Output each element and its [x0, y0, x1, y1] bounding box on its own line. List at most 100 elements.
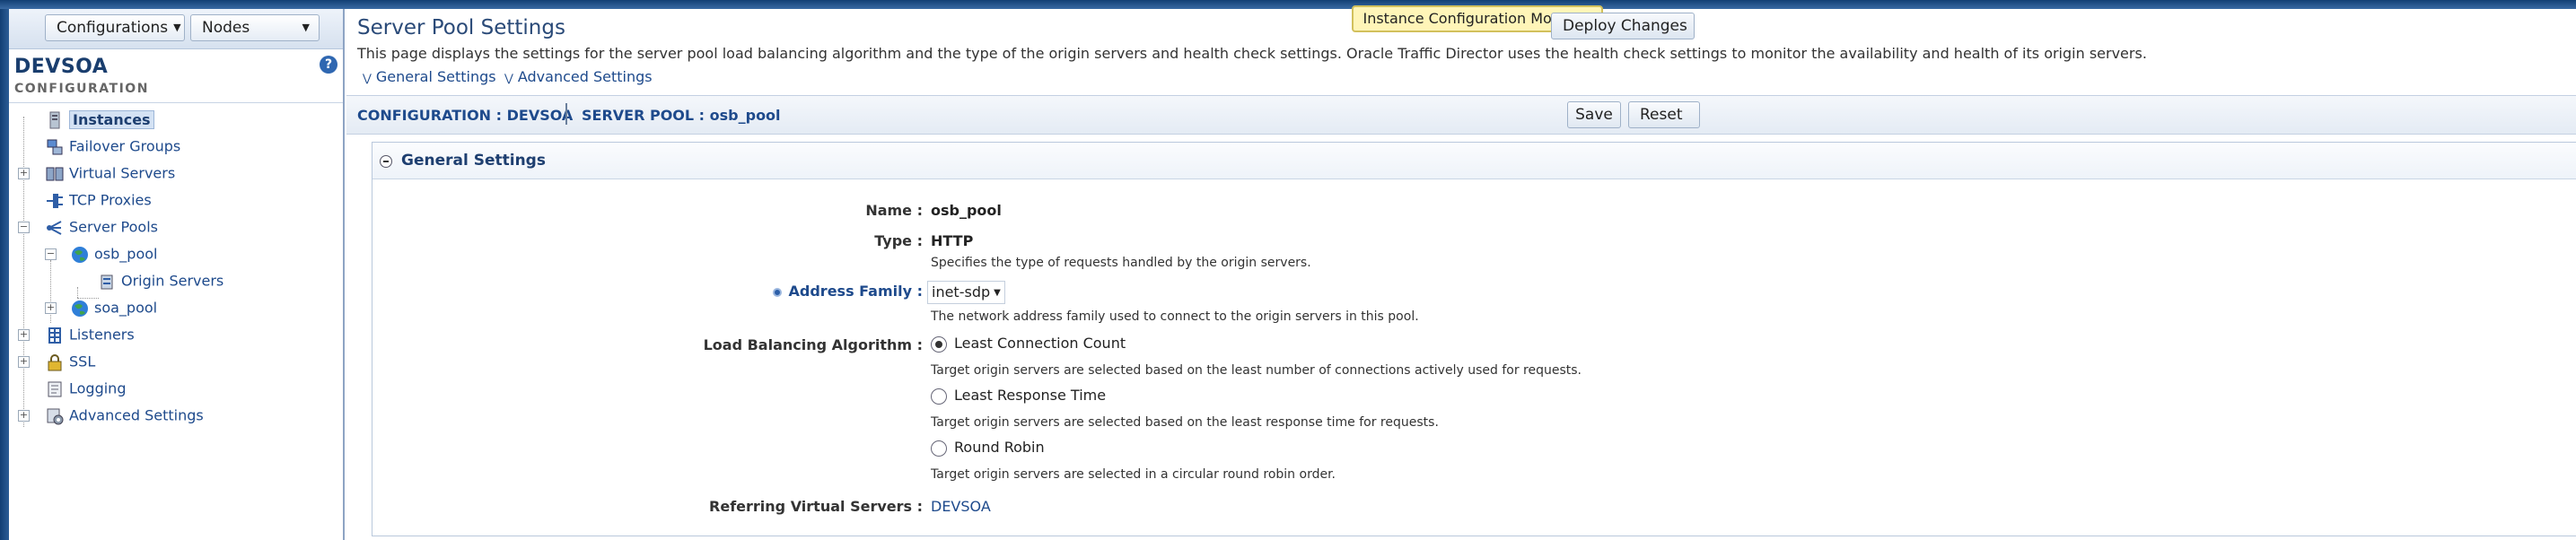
radio-unselected-icon: [931, 440, 947, 457]
chevron-down-icon: ⋁: [504, 72, 513, 84]
sidebar-item-tcp-proxies[interactable]: TCP Proxies: [45, 188, 152, 212]
radio-label: Least Response Time: [954, 387, 1107, 404]
sidebar-item-virtual-servers[interactable]: Virtual Servers: [45, 161, 175, 185]
lb-option-round-robin[interactable]: Round Robin: [931, 439, 1045, 457]
chevron-down-icon: ▼: [173, 22, 181, 33]
general-settings-anchor-label: General Settings: [375, 68, 496, 85]
address-family-hint: The network address family used to conne…: [931, 309, 1419, 324]
radio-unselected-icon: [931, 388, 947, 405]
sidebar-item-label: Listeners: [69, 326, 135, 344]
sidebar-item-label: soa_pool: [94, 299, 158, 317]
chevron-down-icon: ⋁: [363, 72, 372, 84]
tcp-proxy-icon: [45, 191, 65, 211]
instances-icon: [45, 110, 65, 130]
sidebar-item-listeners[interactable]: Listeners: [45, 323, 135, 346]
configuration-subtitle: CONFIGURATION: [14, 82, 149, 96]
nodes-dropdown[interactable]: Nodes ▼: [190, 14, 320, 41]
sidebar-toolbar: Configurations ▼ Nodes ▼: [9, 9, 343, 49]
advanced-settings-anchor-label: Advanced Settings: [517, 68, 653, 85]
lb-option-hint: Target origin servers are selected in a …: [931, 467, 1336, 482]
lb-option-hint: Target origin servers are selected based…: [931, 363, 1582, 378]
tree-connector: [23, 117, 24, 427]
top-frame-band: [0, 0, 2576, 9]
load-balancing-label: Load Balancing Algorithm :: [703, 336, 923, 353]
sidebar-item-server-pools[interactable]: Server Pools: [45, 215, 158, 239]
expand-icon[interactable]: +: [18, 329, 30, 341]
collapse-section-icon[interactable]: [380, 155, 392, 168]
name-label: Name :: [865, 202, 923, 219]
address-family-value: inet-sdp: [932, 283, 991, 300]
sidebar-item-logging[interactable]: Logging: [45, 377, 126, 400]
sidebar-item-label: Advanced Settings: [69, 406, 204, 424]
sidebar-item-label: SSL: [69, 353, 96, 370]
sidebar-item-failover-groups[interactable]: Failover Groups: [45, 135, 180, 158]
deploy-changes-button[interactable]: Deploy Changes: [1551, 13, 1695, 39]
address-family-select[interactable]: inet-sdp ▼: [927, 281, 1005, 304]
sidebar-item-advanced-settings[interactable]: Advanced Settings: [45, 404, 204, 427]
main-content: Server Pool Settings This page displays …: [346, 5, 2576, 540]
advanced-settings-icon: [45, 406, 65, 426]
question-icon[interactable]: ?: [320, 56, 337, 74]
sidebar-item-label: Server Pools: [69, 218, 158, 236]
sidebar-item-label: Failover Groups: [69, 137, 181, 155]
collapse-icon[interactable]: −: [45, 248, 57, 260]
sidebar-item-osb-pool[interactable]: osb_pool: [70, 242, 157, 266]
virtual-servers-icon: [45, 164, 65, 184]
general-settings-anchor[interactable]: ⋁ General Settings: [363, 68, 496, 85]
globe-icon: [70, 299, 90, 318]
general-settings-header[interactable]: General Settings: [372, 143, 2576, 179]
sidebar-item-origin-servers[interactable]: Origin Servers: [97, 269, 223, 292]
section-title: General Settings: [401, 152, 546, 170]
lock-icon: [45, 353, 65, 372]
referring-virtual-server-link[interactable]: DEVSOA: [931, 498, 991, 515]
lb-option-least-connection[interactable]: Least Connection Count: [931, 335, 1126, 353]
sidebar-item-label: Instances: [69, 109, 154, 129]
sidebar-item-instances[interactable]: Instances: [45, 108, 154, 131]
advanced-settings-anchor[interactable]: ⋁ Advanced Settings: [504, 68, 653, 85]
navigation-sidebar: Configurations ▼ Nodes ▼ DEVSOA CONFIGURAT…: [9, 9, 345, 540]
name-value: osb_pool: [931, 202, 1002, 219]
server-pools-icon: [45, 218, 65, 238]
sidebar-item-ssl[interactable]: SSL: [45, 350, 95, 373]
breadcrumb-configuration[interactable]: CONFIGURATION : DEVSOA: [357, 107, 573, 124]
collapse-icon[interactable]: −: [18, 222, 30, 233]
type-value: HTTP: [931, 232, 974, 249]
lb-option-hint: Target origin servers are selected based…: [931, 415, 1439, 430]
breadcrumb: CONFIGURATION : DEVSOA SERVER POOL : osb…: [346, 95, 2576, 135]
page-description: This page displays the settings for the …: [357, 45, 2147, 62]
origin-servers-icon: [97, 272, 117, 292]
radio-selected-icon: [931, 335, 947, 353]
type-hint: Specifies the type of requests handled b…: [931, 256, 1311, 270]
breadcrumb-server-pool: SERVER POOL : osb_pool: [582, 107, 781, 124]
sidebar-divider: [9, 102, 343, 103]
reset-button[interactable]: Reset: [1628, 101, 1700, 128]
sidebar-item-label: Origin Servers: [121, 272, 224, 290]
configurations-dropdown[interactable]: Configurations ▼: [45, 14, 185, 41]
lb-option-least-response[interactable]: Least Response Time: [931, 387, 1106, 405]
address-family-label: Address Family :: [772, 283, 923, 300]
nodes-dropdown-label: Nodes: [202, 19, 250, 37]
sidebar-item-soa-pool[interactable]: soa_pool: [70, 296, 157, 319]
radio-label: Round Robin: [954, 439, 1045, 456]
chevron-down-icon: ▼: [302, 22, 310, 33]
radio-label: Least Connection Count: [954, 335, 1126, 352]
required-icon: [772, 287, 782, 297]
configuration-heading: DEVSOA CONFIGURATION: [14, 56, 149, 96]
listeners-icon: [45, 326, 65, 345]
configurations-dropdown-label: Configurations: [57, 19, 169, 37]
type-label: Type :: [874, 232, 923, 249]
sidebar-item-label: Virtual Servers: [69, 164, 176, 182]
sidebar-item-label: Logging: [69, 379, 127, 397]
expand-icon[interactable]: +: [18, 168, 30, 179]
save-button[interactable]: Save: [1567, 101, 1621, 128]
sidebar-item-label: osb_pool: [94, 245, 158, 263]
configuration-name: DEVSOA: [14, 56, 109, 78]
page-title: Server Pool Settings: [357, 16, 565, 39]
expand-icon[interactable]: +: [18, 356, 30, 368]
expand-icon[interactable]: +: [45, 302, 57, 314]
expand-icon[interactable]: +: [18, 410, 30, 422]
logging-icon: [45, 379, 65, 399]
failover-icon: [45, 137, 65, 157]
breadcrumb-separator: [565, 103, 567, 125]
sidebar-item-label: TCP Proxies: [69, 191, 152, 209]
